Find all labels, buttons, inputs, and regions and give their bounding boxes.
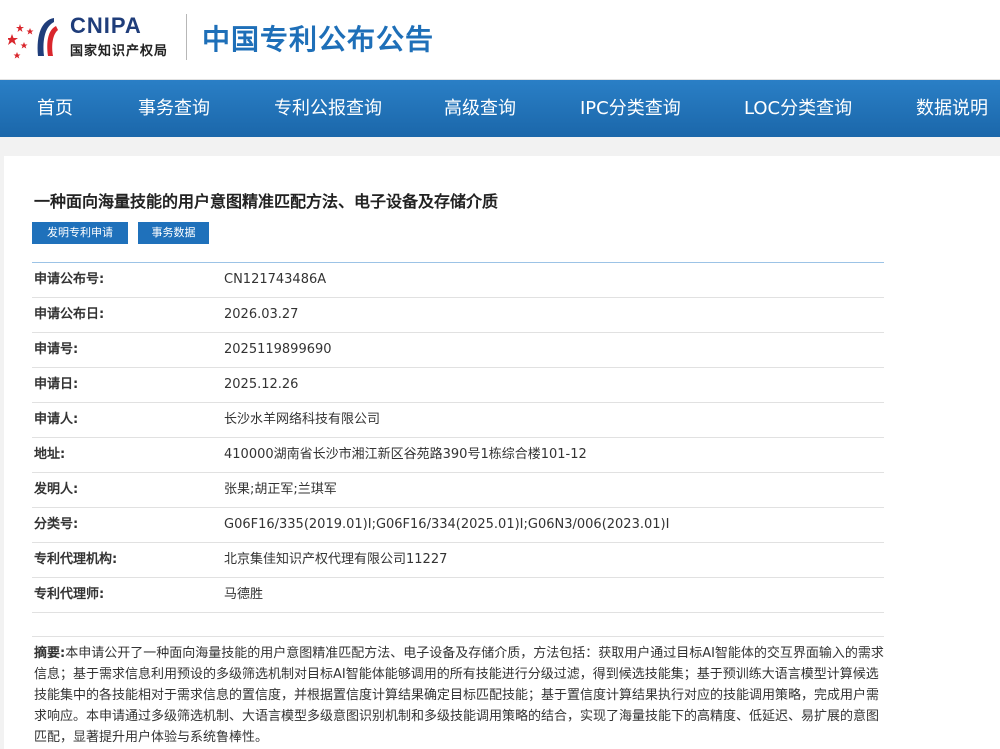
table-row: 专利代理机构: 北京集佳知识产权代理有限公司11227 — [32, 543, 884, 578]
field-value: G06F16/335(2019.01)I;G06F16/334(2025.01)… — [224, 517, 670, 532]
field-label: 专利代理师: — [34, 587, 105, 602]
abstract-text: 本申请公开了一种面向海量技能的用户意图精准匹配方法、电子设备及存储介质，方法包括… — [34, 646, 884, 745]
transaction-data-button[interactable]: 事务数据 — [138, 222, 209, 244]
field-label: 申请日: — [34, 377, 79, 392]
table-row: 申请公布号: CN121743486A — [32, 263, 884, 298]
field-label: 地址: — [34, 447, 66, 462]
field-value: 马德胜 — [224, 587, 264, 602]
nav-advanced-query[interactable]: 高级查询 — [444, 80, 516, 137]
field-label: 发明人: — [34, 482, 79, 497]
site-title: 中国专利公布公告 — [202, 23, 435, 56]
table-row: 地址: 410000湖南省长沙市湘江新区谷苑路390号1栋综合楼101-12 — [32, 438, 884, 473]
patent-detail-panel: 一种面向海量技能的用户意图精准匹配方法、电子设备及存储介质 发明专利申请 事务数… — [4, 156, 1000, 749]
field-value: 2025119899690 — [224, 342, 332, 357]
field-value: 2025.12.26 — [224, 377, 299, 392]
patent-title: 一种面向海量技能的用户意图精准匹配方法、电子设备及存储介质 — [34, 192, 499, 211]
table-row: 申请公布日: 2026.03.27 — [32, 298, 884, 333]
table-row: 申请日: 2025.12.26 — [32, 368, 884, 403]
table-row: 专利代理师: 马德胜 — [32, 578, 884, 613]
table-row: 申请人: 长沙水羊网络科技有限公司 — [32, 403, 884, 438]
field-value: 张果;胡正军;兰琪军 — [224, 482, 337, 497]
abstract-divider — [32, 636, 884, 637]
table-row: 发明人: 张果;胡正军;兰琪军 — [32, 473, 884, 508]
field-label: 专利代理机构: — [34, 552, 118, 567]
header-divider — [186, 14, 187, 60]
main-nav: 首页 事务查询 专利公报查询 高级查询 IPC分类查询 LOC分类查询 数据说明 — [0, 80, 1000, 137]
site-header: CNIPA 国家知识产权局 中国专利公布公告 — [0, 0, 1000, 80]
nav-loc-query[interactable]: LOC分类查询 — [744, 80, 852, 137]
abstract-label: 摘要: — [34, 646, 66, 661]
invention-application-button[interactable]: 发明专利申请 — [32, 222, 128, 244]
logo-text: CNIPA — [70, 13, 142, 38]
nav-transaction-query[interactable]: 事务查询 — [138, 80, 210, 137]
abstract: 摘要:本申请公开了一种面向海量技能的用户意图精准匹配方法、电子设备及存储介质，方… — [34, 643, 884, 748]
field-label: 申请公布号: — [34, 272, 105, 287]
cnipa-logo-icon[interactable] — [8, 12, 62, 60]
field-label: 申请人: — [34, 412, 79, 427]
field-value: CN121743486A — [224, 272, 327, 287]
nav-home[interactable]: 首页 — [37, 80, 73, 137]
nav-data-description[interactable]: 数据说明 — [916, 80, 988, 137]
table-row: 分类号: G06F16/335(2019.01)I;G06F16/334(202… — [32, 508, 884, 543]
nav-gazette-query[interactable]: 专利公报查询 — [274, 80, 382, 137]
field-value: 长沙水羊网络科技有限公司 — [224, 412, 381, 427]
field-label: 申请号: — [34, 342, 79, 357]
field-value: 410000湖南省长沙市湘江新区谷苑路390号1栋综合楼101-12 — [224, 447, 587, 462]
table-row: 申请号: 2025119899690 — [32, 333, 884, 368]
field-label: 分类号: — [34, 517, 79, 532]
field-value: 北京集佳知识产权代理有限公司11227 — [224, 552, 448, 567]
logo-subtitle: 国家知识产权局 — [70, 44, 169, 59]
field-value: 2026.03.27 — [224, 307, 299, 322]
field-label: 申请公布日: — [34, 307, 105, 322]
patent-info-table: 申请公布号: CN121743486A 申请公布日: 2026.03.27 申请… — [32, 262, 884, 613]
nav-ipc-query[interactable]: IPC分类查询 — [580, 80, 681, 137]
